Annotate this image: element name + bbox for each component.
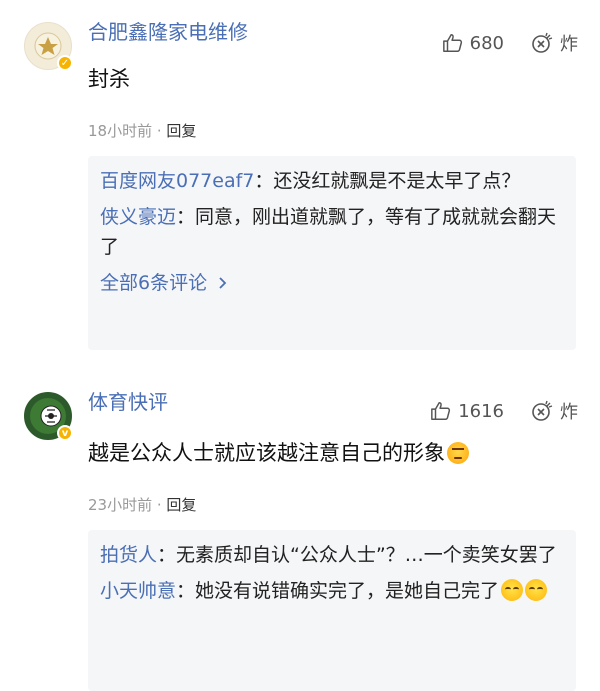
dislike-button[interactable]: 炸 xyxy=(530,398,578,424)
verified-badge-icon: v xyxy=(57,425,73,441)
reply-item[interactable]: 拍货人：无素质却自认“公众人士”？…一个卖笑女罢了 xyxy=(100,540,564,570)
reply-text: 还没红就飘是不是太早了点？ xyxy=(273,170,521,192)
laugh-cry-emoji-icon xyxy=(525,579,548,601)
comment-text: 封杀 xyxy=(88,67,130,91)
see-all-label: 全部6条评论 xyxy=(100,272,208,294)
separator-dot: · xyxy=(156,122,167,140)
reply-username[interactable]: 百度网友077eaf7 xyxy=(100,170,254,192)
see-all-replies-link[interactable]: 全部6条评论 xyxy=(100,268,564,298)
chevron-right-icon xyxy=(219,277,227,289)
username[interactable]: 合肥鑫隆家电维修 xyxy=(88,20,248,44)
reply-colon: ： xyxy=(176,580,196,602)
like-button[interactable]: 1616 xyxy=(430,400,504,422)
reply-colon: ： xyxy=(157,544,177,566)
timestamp: 18小时前 xyxy=(88,122,153,140)
comment-text: 越是公众人士就应该越注意自己的形象 xyxy=(88,438,469,468)
reply-colon: ： xyxy=(176,206,196,228)
avatar[interactable]: ✓ xyxy=(24,22,73,71)
username[interactable]: 体育快评 xyxy=(88,390,168,414)
reply-box: 拍货人：无素质却自认“公众人士”？…一个卖笑女罢了 小天帅意：她没有说错确实完了… xyxy=(88,530,576,691)
reply-colon: ： xyxy=(254,170,274,192)
reply-text: 无素质却自认“公众人士”？…一个卖笑女罢了 xyxy=(176,544,557,566)
dislike-label: 炸 xyxy=(560,34,578,55)
comment-text-content: 越是公众人士就应该越注意自己的形象 xyxy=(88,441,445,465)
reply-item[interactable]: 侠义豪迈：同意，刚出道就飘了，等有了成就就会翻天了 xyxy=(100,202,564,262)
like-button[interactable]: 680 xyxy=(442,32,504,54)
comment-meta: 18小时前 · 回复 xyxy=(88,120,196,141)
reply-button[interactable]: 回复 xyxy=(166,496,196,514)
reply-username[interactable]: 小天帅意 xyxy=(100,580,176,602)
separator-dot: · xyxy=(156,496,167,514)
reply-text: 她没有说错确实完了，是她自己完了 xyxy=(195,580,500,602)
laugh-cry-emoji-icon xyxy=(501,579,524,601)
dislike-button[interactable]: 炸 xyxy=(530,30,578,56)
bomb-icon xyxy=(532,400,553,421)
reply-username[interactable]: 拍货人 xyxy=(100,544,157,566)
reply-username[interactable]: 侠义豪迈 xyxy=(100,206,176,228)
timestamp: 23小时前 xyxy=(88,496,153,514)
reply-box: 百度网友077eaf7：还没红就飘是不是太早了点？ 侠义豪迈：同意，刚出道就飘了… xyxy=(88,156,576,350)
angry-face-emoji-icon xyxy=(447,442,469,464)
avatar[interactable]: v xyxy=(24,392,73,441)
reply-item[interactable]: 小天帅意：她没有说错确实完了，是她自己完了 xyxy=(100,576,564,606)
dislike-label: 炸 xyxy=(560,402,578,423)
thumbs-up-icon xyxy=(431,402,451,420)
like-count: 680 xyxy=(469,32,504,54)
verified-badge-icon: ✓ xyxy=(57,55,73,71)
like-count: 1616 xyxy=(458,400,504,422)
bomb-icon xyxy=(532,32,553,53)
thumbs-up-icon xyxy=(442,34,462,52)
reply-button[interactable]: 回复 xyxy=(166,122,196,140)
reply-item[interactable]: 百度网友077eaf7：还没红就飘是不是太早了点？ xyxy=(100,166,564,196)
comment-meta: 23小时前 · 回复 xyxy=(88,494,196,515)
